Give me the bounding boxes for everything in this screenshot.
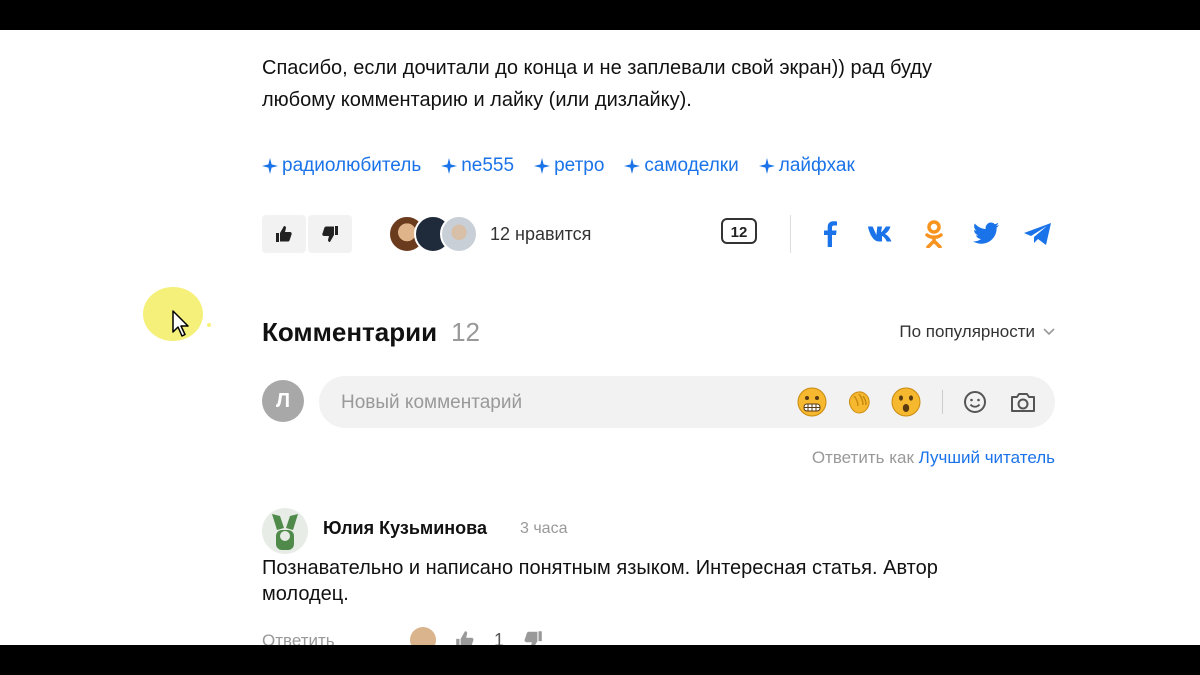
outro-line-1: Спасибо, если дочитали до конца и не зап… [262, 57, 932, 79]
facebook-share-button[interactable] [815, 219, 845, 249]
sparkle-icon [441, 158, 458, 174]
sort-dropdown[interactable]: По популярности [899, 322, 1055, 342]
comments-header: Комментарии 12 По популярности [262, 312, 1055, 352]
comment-votes: 1 [410, 627, 544, 645]
comment-like-count: 1 [494, 629, 505, 646]
camera-icon[interactable] [1009, 389, 1037, 415]
tag-label: лайфхак [778, 155, 855, 176]
comments-count-badge[interactable]: 12 [721, 218, 757, 244]
sparkle-icon [534, 158, 551, 174]
dislike-button[interactable] [308, 215, 352, 253]
tag-diy[interactable]: самоделки [624, 155, 739, 177]
new-comment-input[interactable] [339, 376, 783, 430]
divider [790, 215, 791, 253]
surprised-emoji-icon[interactable] [891, 387, 921, 417]
tag-lifehack[interactable]: лайфхак [758, 155, 855, 177]
likers-avatars[interactable] [388, 215, 478, 253]
mouse-cursor-icon [172, 310, 189, 337]
comment-author-avatar[interactable] [262, 508, 308, 554]
vk-icon [867, 226, 892, 242]
article-viewport: Спасибо, если дочитали до конца и не зап… [0, 30, 1200, 645]
divider [942, 390, 943, 414]
comment-text: Познавательно и написано понятным языком… [262, 555, 1022, 607]
comments-title: Комментарии [262, 316, 438, 347]
tag-radio[interactable]: радиолюбитель [262, 155, 421, 177]
comment-dislike-icon[interactable] [522, 629, 544, 645]
tag-label: ne555 [461, 155, 515, 176]
odnoklassniki-share-button[interactable] [919, 219, 949, 249]
like-button[interactable] [262, 215, 306, 253]
facebook-icon [824, 221, 837, 247]
comment-time: 3 часа [520, 520, 568, 537]
tag-label: радиолюбитель [282, 155, 422, 176]
comment-liker-avatar [410, 627, 436, 645]
bunny-avatar-icon [272, 514, 298, 550]
telegram-share-button[interactable] [1023, 219, 1053, 249]
tag-label: ретро [554, 155, 605, 176]
twitter-icon [973, 222, 999, 244]
twitter-share-button[interactable] [971, 219, 1001, 249]
tag-ne555[interactable]: ne555 [441, 155, 514, 177]
comment-text-line-2: молодец. [262, 583, 349, 605]
current-user-avatar: Л [262, 380, 304, 422]
telegram-icon [1024, 223, 1051, 245]
article-actions: 12 нравится 12 [262, 215, 1055, 253]
comment-text-line-1: Познавательно и написано понятным языком… [262, 557, 938, 579]
reply-as-prefix: Ответить как [811, 448, 914, 467]
avatar [440, 215, 478, 253]
sort-label: По популярности [899, 322, 1035, 341]
vk-share-button[interactable] [867, 219, 897, 249]
tag-label: самоделки [644, 155, 739, 176]
sparkle-icon [262, 158, 278, 174]
likes-count[interactable]: 12 нравится [490, 224, 591, 245]
emoji-picker-icon[interactable] [962, 389, 988, 415]
thumbs-down-icon [322, 226, 338, 242]
chevron-down-icon [1043, 328, 1055, 336]
odnoklassniki-icon [925, 220, 943, 248]
tag-list: радиолюбитель ne555 ретро самоделки лайф… [262, 155, 1055, 177]
reply-as-link[interactable]: Лучший читатель [919, 448, 1055, 467]
article-outro: Спасибо, если дочитали до конца и не зап… [262, 52, 1055, 116]
comment-like-icon[interactable] [454, 629, 476, 645]
comment-author-name[interactable]: Юлия Кузьминова [323, 518, 487, 539]
reply-as: Ответить как Лучший читатель [812, 448, 1055, 468]
comment-reply-button[interactable]: Ответить [262, 631, 335, 645]
grimace-emoji-icon[interactable] [797, 387, 827, 417]
new-comment-box [319, 376, 1055, 430]
sparkle-icon [758, 158, 775, 174]
thumbs-up-icon [276, 226, 292, 242]
clapping-hands-emoji-icon[interactable] [844, 387, 874, 417]
comments-count: 12 [451, 316, 481, 347]
outro-line-2: любому комментарию и лайку (или дизлайку… [262, 89, 692, 111]
sparkle-icon [624, 158, 641, 174]
tag-retro[interactable]: ретро [534, 155, 604, 177]
cursor-highlight-dot [207, 323, 211, 327]
